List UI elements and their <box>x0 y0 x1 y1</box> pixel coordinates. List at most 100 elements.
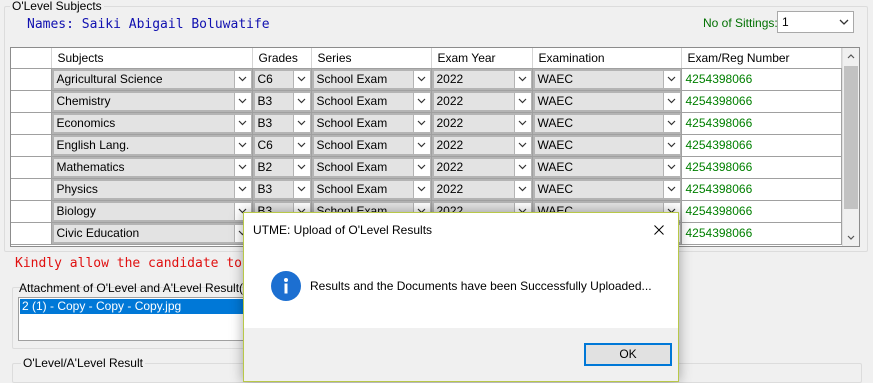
exam-year-select[interactable]: 2022 <box>431 68 532 90</box>
scrollbar-thumb[interactable] <box>844 66 858 209</box>
chevron-down-icon[interactable] <box>513 92 531 110</box>
series-select[interactable]: School Exam <box>311 90 431 112</box>
examination-select[interactable]: WAEC <box>532 112 681 134</box>
table-row[interactable]: Chemistry B3 School Exam 2022 WAEC 4254398066 <box>11 90 842 113</box>
subject-select[interactable]: Chemistry <box>51 90 252 112</box>
chevron-down-icon[interactable] <box>412 180 430 198</box>
subject-select[interactable]: Mathematics <box>51 156 252 178</box>
chevron-down-icon[interactable] <box>233 70 251 88</box>
column-header[interactable]: Exam/Reg Number <box>681 48 842 69</box>
reg-number-cell[interactable]: 4254398066 <box>681 134 842 157</box>
table-row[interactable]: Mathematics B2 School Exam 2022 WAEC 42543980… <box>11 156 842 179</box>
reg-number-cell[interactable]: 4254398066 <box>681 68 842 91</box>
examination-select[interactable]: WAEC <box>532 90 681 112</box>
examination-select[interactable]: WAEC <box>532 134 681 156</box>
grid-vertical-scrollbar[interactable] <box>842 48 859 246</box>
chevron-down-icon[interactable] <box>412 136 430 154</box>
examination-select[interactable]: WAEC <box>532 156 681 178</box>
chevron-down-icon[interactable] <box>662 180 680 198</box>
table-row[interactable]: English Lang. C6 School Exam 2022 WAEC 425439… <box>11 134 842 157</box>
chevron-down-icon[interactable] <box>233 158 251 176</box>
column-header[interactable]: Exam Year <box>431 48 533 69</box>
reg-number-cell[interactable]: 4254398066 <box>681 90 842 113</box>
row-header[interactable] <box>11 156 52 179</box>
chevron-down-icon[interactable] <box>292 92 310 110</box>
chevron-down-icon[interactable] <box>412 92 430 110</box>
reg-number-cell[interactable]: 4254398066 <box>681 200 842 223</box>
ok-button[interactable]: OK <box>584 343 672 366</box>
subject-select[interactable]: Agricultural Science <box>51 68 252 90</box>
exam-year-select[interactable]: 2022 <box>431 90 532 112</box>
chevron-down-icon[interactable] <box>513 158 531 176</box>
series-select[interactable]: School Exam <box>311 178 431 200</box>
chevron-down-icon[interactable] <box>662 114 680 132</box>
subject-select[interactable]: Civic Education <box>51 222 252 244</box>
chevron-down-icon[interactable] <box>412 114 430 132</box>
attachment-selected-file[interactable]: 2 (1) - Copy - Copy - Copy.jpg <box>19 298 257 315</box>
subject-select[interactable]: Biology <box>51 200 252 222</box>
sittings-select[interactable]: 1 <box>777 11 854 33</box>
chevron-down-icon[interactable] <box>513 114 531 132</box>
reg-number-cell[interactable]: 4254398066 <box>681 156 842 179</box>
subject-select[interactable]: English Lang. <box>51 134 252 156</box>
series-select[interactable]: School Exam <box>311 68 431 90</box>
table-row[interactable]: Economics B3 School Exam 2022 WAEC 4254398066 <box>11 112 842 135</box>
grade-select[interactable]: B3 <box>252 90 311 112</box>
exam-year-select[interactable]: 2022 <box>431 178 532 200</box>
chevron-down-icon[interactable] <box>292 180 310 198</box>
dialog-footer: OK <box>244 328 678 381</box>
attachment-listbox[interactable]: 2 (1) - Copy - Copy - Copy.jpg <box>18 297 258 341</box>
grade-select[interactable]: C6 <box>252 134 311 156</box>
series-select[interactable]: School Exam <box>311 112 431 134</box>
chevron-down-icon[interactable] <box>662 70 680 88</box>
column-header[interactable]: Grades <box>252 48 312 69</box>
chevron-down-icon[interactable] <box>513 136 531 154</box>
chevron-down-icon[interactable] <box>412 70 430 88</box>
chevron-down-icon[interactable] <box>662 136 680 154</box>
exam-year-select[interactable]: 2022 <box>431 156 532 178</box>
reg-number-cell[interactable]: 4254398066 <box>681 112 842 135</box>
column-header[interactable]: Subjects <box>51 48 253 69</box>
chevron-down-icon[interactable] <box>233 180 251 198</box>
chevron-down-icon[interactable] <box>662 92 680 110</box>
grade-select[interactable]: B3 <box>252 178 311 200</box>
row-header[interactable] <box>11 134 52 157</box>
row-header[interactable] <box>11 200 52 223</box>
close-icon[interactable] <box>646 219 672 241</box>
subject-select[interactable]: Physics <box>51 178 252 200</box>
grade-select[interactable]: B2 <box>252 156 311 178</box>
chevron-down-icon[interactable] <box>292 136 310 154</box>
grade-select[interactable]: C6 <box>252 68 311 90</box>
series-select[interactable]: School Exam <box>311 156 431 178</box>
chevron-down-icon[interactable] <box>233 114 251 132</box>
chevron-down-icon[interactable] <box>292 70 310 88</box>
examination-select[interactable]: WAEC <box>532 68 681 90</box>
chevron-down-icon[interactable] <box>513 180 531 198</box>
grade-select[interactable]: B3 <box>252 112 311 134</box>
scroll-down-icon[interactable] <box>843 229 859 246</box>
column-header[interactable]: Examination <box>532 48 682 69</box>
column-header[interactable]: Series <box>311 48 432 69</box>
chevron-down-icon[interactable] <box>412 158 430 176</box>
subject-select[interactable]: Economics <box>51 112 252 134</box>
series-select[interactable]: School Exam <box>311 134 431 156</box>
reg-number-cell[interactable]: 4254398066 <box>681 222 842 245</box>
chevron-down-icon[interactable] <box>233 136 251 154</box>
chevron-down-icon[interactable] <box>513 70 531 88</box>
chevron-down-icon[interactable] <box>292 158 310 176</box>
scroll-up-icon[interactable] <box>843 48 859 65</box>
examination-select[interactable]: WAEC <box>532 178 681 200</box>
table-row[interactable]: Physics B3 School Exam 2022 WAEC 4254398066 <box>11 178 842 201</box>
row-header[interactable] <box>11 222 52 245</box>
reg-number-cell[interactable]: 4254398066 <box>681 178 842 201</box>
chevron-down-icon[interactable] <box>233 92 251 110</box>
exam-year-select[interactable]: 2022 <box>431 134 532 156</box>
table-row[interactable]: Agricultural Science C6 School Exam 2022 WAE… <box>11 68 842 91</box>
row-header[interactable] <box>11 178 52 201</box>
exam-year-select[interactable]: 2022 <box>431 112 532 134</box>
row-header[interactable] <box>11 90 52 113</box>
row-header[interactable] <box>11 112 52 135</box>
chevron-down-icon[interactable] <box>292 114 310 132</box>
row-header[interactable] <box>11 68 52 91</box>
chevron-down-icon[interactable] <box>662 158 680 176</box>
